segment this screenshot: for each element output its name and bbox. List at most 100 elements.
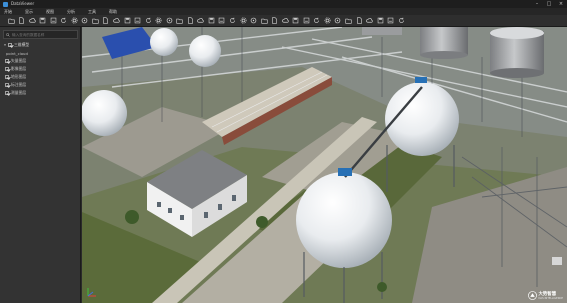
link-icon — [197, 18, 205, 23]
target-icon — [82, 17, 88, 24]
tree-root-label: 三维模型 — [14, 42, 30, 47]
toolbar-button[interactable] — [81, 17, 89, 25]
toolbar-button[interactable] — [70, 17, 78, 25]
toolbar-button[interactable] — [323, 17, 331, 25]
open-file-icon — [19, 17, 24, 24]
edit-icon — [356, 17, 362, 24]
toolbar-button[interactable] — [397, 17, 405, 25]
camera-icon — [166, 17, 173, 24]
brand-watermark: 大势智慧 DAS INTELLIGENCE — [527, 291, 563, 300]
toolbar-button[interactable] — [134, 17, 142, 25]
toolbar-button[interactable] — [112, 17, 120, 25]
toolbar-button[interactable] — [218, 17, 226, 25]
toolbar-button[interactable] — [355, 17, 363, 25]
image-icon — [366, 18, 373, 23]
tag-icon — [219, 17, 225, 24]
menu-start[interactable]: 开始 — [4, 8, 12, 15]
toolbar-button[interactable] — [271, 17, 279, 25]
toolbar-button[interactable] — [18, 17, 26, 25]
menu-view[interactable]: 视图 — [46, 8, 54, 15]
toolbar-button[interactable] — [91, 17, 99, 25]
sun-icon — [113, 18, 120, 23]
tree-item-label: 矢量图层 — [11, 58, 27, 63]
menu-display[interactable]: 显示 — [25, 8, 33, 15]
toolbar-button[interactable] — [144, 17, 152, 25]
brand-logo-icon — [527, 291, 537, 300]
tree-item-imagery[interactable]: 影像图层 — [0, 65, 80, 73]
window-icon — [145, 17, 151, 23]
toolbar-button[interactable] — [281, 17, 289, 25]
tree-item-annotation[interactable]: 标注图层 — [0, 81, 80, 89]
box-icon — [124, 17, 130, 24]
tree-item-label: point_cloud — [6, 50, 28, 56]
export-icon — [377, 17, 383, 24]
crop-icon — [176, 18, 183, 24]
toolbar-button[interactable] — [239, 17, 247, 25]
toolbar-button[interactable] — [292, 17, 300, 25]
scan-icon — [335, 17, 341, 24]
toolbar-button[interactable] — [376, 17, 384, 25]
toolbar-button[interactable] — [49, 17, 57, 25]
layer-search-input[interactable] — [12, 32, 76, 37]
toolbar-button[interactable] — [313, 17, 321, 25]
scene-render — [82, 27, 567, 303]
toolbar-button[interactable] — [165, 17, 173, 25]
close-icon[interactable]: × — [555, 0, 567, 8]
app-logo-icon — [3, 1, 8, 7]
maximize-icon[interactable]: □ — [543, 0, 555, 8]
toolbar-button[interactable] — [28, 17, 36, 25]
toolbar — [0, 15, 567, 27]
toolbar-button[interactable] — [207, 17, 215, 25]
toolbar-button[interactable] — [197, 17, 205, 25]
brand-tagline: DAS INTELLIGENCE — [538, 296, 563, 300]
tree-item-checkbox[interactable] — [5, 91, 9, 95]
menu-help[interactable]: 帮助 — [109, 8, 117, 15]
axes-gizmo-icon — [87, 288, 96, 297]
toolbar-button[interactable] — [366, 17, 374, 25]
toolbar-button[interactable] — [302, 17, 310, 25]
tree-item-checkbox[interactable] — [5, 59, 9, 63]
toolbar-button[interactable] — [345, 17, 353, 25]
toolbar-button[interactable] — [334, 17, 342, 25]
toolbar-button[interactable] — [39, 17, 47, 25]
tree-item-vector[interactable]: 矢量图层 — [0, 57, 80, 65]
toolbar-button[interactable] — [387, 17, 395, 25]
cloud-icon — [28, 18, 36, 23]
toolbar-button[interactable] — [7, 17, 15, 25]
toolbar-button[interactable] — [102, 17, 110, 25]
toolbar-button[interactable] — [60, 17, 68, 25]
tree-item-terrain[interactable]: 地形图层 — [0, 73, 80, 81]
toolbar-button[interactable] — [260, 17, 268, 25]
tree-item-point-cloud[interactable]: point_cloud — [0, 49, 80, 57]
wave-icon — [261, 18, 268, 24]
toolbar-button[interactable] — [250, 17, 258, 25]
tree-item-label: 测量图层 — [11, 90, 27, 95]
plus-icon — [240, 17, 247, 24]
menu-tools[interactable]: 工具 — [88, 8, 96, 15]
save-as-icon — [50, 17, 56, 24]
grid-small-icon — [387, 17, 394, 24]
layer-search — [3, 30, 78, 39]
search-icon — [398, 17, 404, 23]
chevron-down-icon[interactable]: ▾ — [3, 43, 7, 47]
tree-item-checkbox[interactable] — [5, 83, 9, 87]
menu-analysis[interactable]: 分析 — [67, 8, 75, 15]
search-icon — [6, 32, 10, 37]
tree-item-measure[interactable]: 测量图层 — [0, 89, 80, 97]
toolbar-button[interactable] — [176, 17, 184, 25]
tree-root[interactable]: ▾ 三维模型 — [0, 41, 80, 49]
toolbar-button[interactable] — [228, 17, 236, 25]
minimize-icon[interactable]: – — [531, 0, 543, 8]
play-icon — [230, 17, 235, 23]
tree-item-label: 地形图层 — [11, 74, 27, 79]
toolbar-button[interactable] — [123, 17, 131, 25]
toolbar-button[interactable] — [155, 17, 163, 25]
diamond-icon — [303, 17, 310, 24]
tree-root-checkbox[interactable] — [8, 43, 12, 47]
tree-item-checkbox[interactable] — [5, 67, 9, 71]
measure-icon — [272, 17, 278, 24]
tree-item-label: 标注图层 — [11, 82, 27, 87]
tree-item-checkbox[interactable] — [5, 75, 9, 79]
toolbar-button[interactable] — [186, 17, 194, 25]
3d-viewport[interactable]: 大势智慧 DAS INTELLIGENCE — [82, 27, 567, 303]
